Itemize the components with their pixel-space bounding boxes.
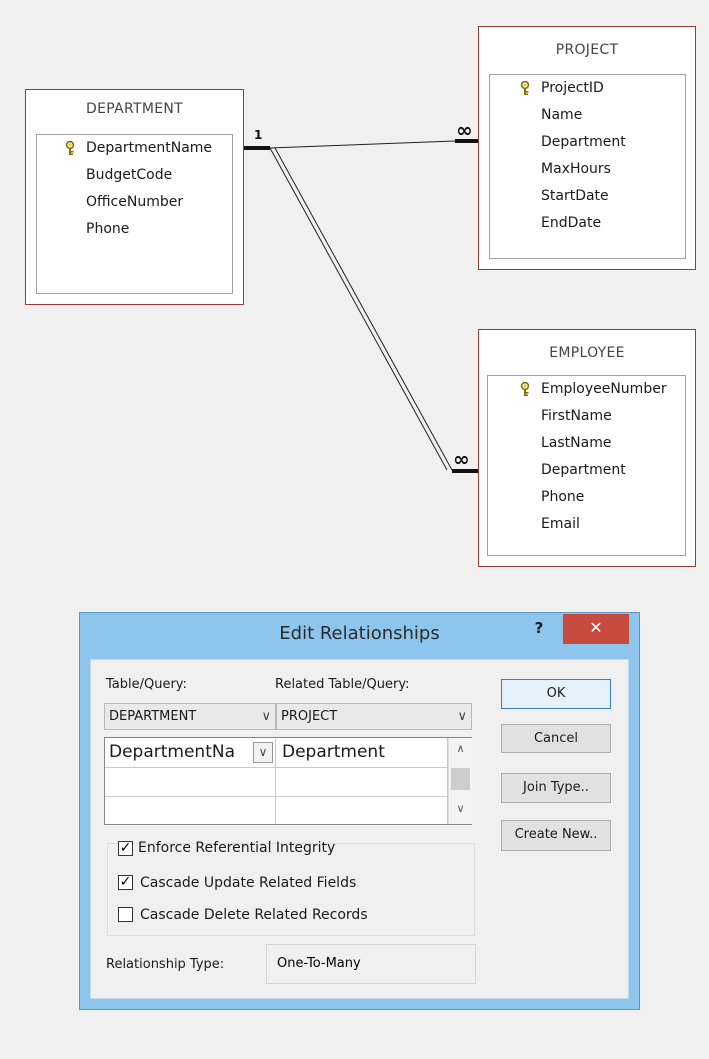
relationship-many-label-project: ∞ [456, 118, 473, 142]
grid-cell-left[interactable] [105, 768, 276, 797]
related-table-query-label: Related Table/Query: [275, 677, 410, 692]
employee-field-list[interactable]: EmployeeNumber FirstName LastName Depart… [487, 375, 686, 556]
project-table-title: PROJECT [555, 42, 619, 58]
field-name: EmployeeNumber [541, 381, 667, 397]
field-name: Phone [86, 221, 130, 237]
field-budgetcode[interactable]: BudgetCode [37, 162, 232, 189]
grid-cell-left[interactable]: DepartmentNa ∨ [105, 738, 276, 768]
grid-cell-left[interactable] [105, 797, 276, 824]
field-name: ProjectID [541, 80, 604, 96]
field-employeenumber[interactable]: EmployeeNumber [488, 376, 685, 403]
check-icon: ✓ [119, 840, 132, 856]
table-query-value: DEPARTMENT [109, 709, 197, 724]
cancel-button[interactable]: Cancel [501, 724, 611, 753]
field-departmentname[interactable]: DepartmentName [37, 135, 232, 162]
grid-cell-text: Department [282, 742, 385, 762]
related-table-query-select[interactable]: PROJECT ∨ [276, 703, 472, 730]
field-name: Department [541, 462, 626, 478]
field-officenumber[interactable]: OfficeNumber [37, 189, 232, 216]
field-name: Department [541, 134, 626, 150]
field-mapping-grid[interactable]: DepartmentNa ∨ Department ∧ ∨ [104, 737, 472, 825]
cascade-delete-checkbox[interactable] [118, 907, 133, 922]
field-name-column[interactable]: Name [490, 102, 685, 129]
cascade-update-label: Cascade Update Related Fields [140, 875, 357, 891]
field-name: Name [541, 107, 583, 123]
relationship-type-label: Relationship Type: [106, 957, 225, 972]
table-query-label: Table/Query: [106, 677, 187, 692]
field-name: FirstName [541, 408, 612, 424]
help-button[interactable]: ? [530, 618, 548, 638]
field-name: DepartmentName [86, 140, 213, 156]
employee-table[interactable]: EMPLOYEE EmployeeNumber FirstName LastNa… [478, 329, 696, 567]
field-maxhours[interactable]: MaxHours [490, 156, 685, 183]
cascade-update-checkbox[interactable]: ✓ [118, 875, 133, 890]
field-firstname[interactable]: FirstName [488, 403, 685, 430]
field-name: MaxHours [541, 161, 611, 177]
field-enddate[interactable]: EndDate [490, 210, 685, 237]
grid-scrollbar[interactable]: ∧ ∨ [448, 738, 472, 824]
grid-cell-right[interactable] [276, 768, 448, 797]
primary-key-icon [520, 81, 530, 95]
scroll-up-icon[interactable]: ∧ [449, 742, 472, 755]
create-new-button[interactable]: Create New.. [501, 820, 611, 851]
field-name: Email [541, 516, 580, 532]
field-name: StartDate [541, 188, 609, 204]
enforce-integrity-label: Enforce Referential Integrity [138, 840, 336, 856]
scroll-down-icon[interactable]: ∨ [449, 802, 472, 815]
project-field-list[interactable]: ProjectID Name Department MaxHours Start… [489, 74, 686, 259]
department-table-title: DEPARTMENT [86, 101, 183, 117]
enforce-integrity-checkbox[interactable]: ✓ [118, 841, 133, 856]
grid-cell-text: DepartmentNa [109, 742, 236, 762]
grid-cell-right[interactable] [276, 797, 448, 824]
department-field-list[interactable]: DepartmentName BudgetCode OfficeNumber P… [36, 134, 233, 294]
scrollbar-thumb[interactable] [451, 768, 470, 790]
field-name: OfficeNumber [86, 194, 184, 210]
chevron-down-icon: ∨ [261, 709, 271, 724]
check-icon: ✓ [119, 874, 132, 890]
department-table[interactable]: DEPARTMENT DepartmentName BudgetCode Off… [25, 89, 244, 305]
primary-key-icon [520, 382, 530, 396]
ok-button[interactable]: OK [501, 679, 611, 709]
relationship-one-label: 1 [254, 128, 263, 142]
project-table[interactable]: PROJECT ProjectID Name Department MaxHou… [478, 26, 696, 270]
field-name: BudgetCode [86, 167, 173, 183]
field-name: EndDate [541, 215, 602, 231]
field-department[interactable]: Department [488, 457, 685, 484]
relationship-type-value: One-To-Many [266, 944, 476, 984]
dialog-title: Edit Relationships [279, 623, 440, 644]
field-department[interactable]: Department [490, 129, 685, 156]
field-name: LastName [541, 435, 612, 451]
close-icon: ✕ [589, 618, 603, 637]
grid-cell-right[interactable]: Department [276, 738, 448, 768]
cascade-delete-label: Cascade Delete Related Records [140, 907, 368, 923]
field-lastname[interactable]: LastName [488, 430, 685, 457]
field-projectid[interactable]: ProjectID [490, 75, 685, 102]
field-startdate[interactable]: StartDate [490, 183, 685, 210]
primary-key-icon [65, 141, 75, 155]
relationship-many-label-employee: ∞ [453, 447, 470, 471]
field-phone[interactable]: Phone [37, 216, 232, 243]
join-type-button[interactable]: Join Type.. [501, 773, 611, 803]
field-phone[interactable]: Phone [488, 484, 685, 511]
chevron-down-icon: ∨ [457, 709, 467, 724]
field-email[interactable]: Email [488, 511, 685, 538]
employee-table-title: EMPLOYEE [549, 345, 625, 361]
close-button[interactable]: ✕ [563, 614, 629, 644]
field-name: Phone [541, 489, 585, 505]
related-table-query-value: PROJECT [281, 709, 338, 724]
table-query-select[interactable]: DEPARTMENT ∨ [104, 703, 276, 730]
chevron-down-icon[interactable]: ∨ [253, 742, 273, 763]
